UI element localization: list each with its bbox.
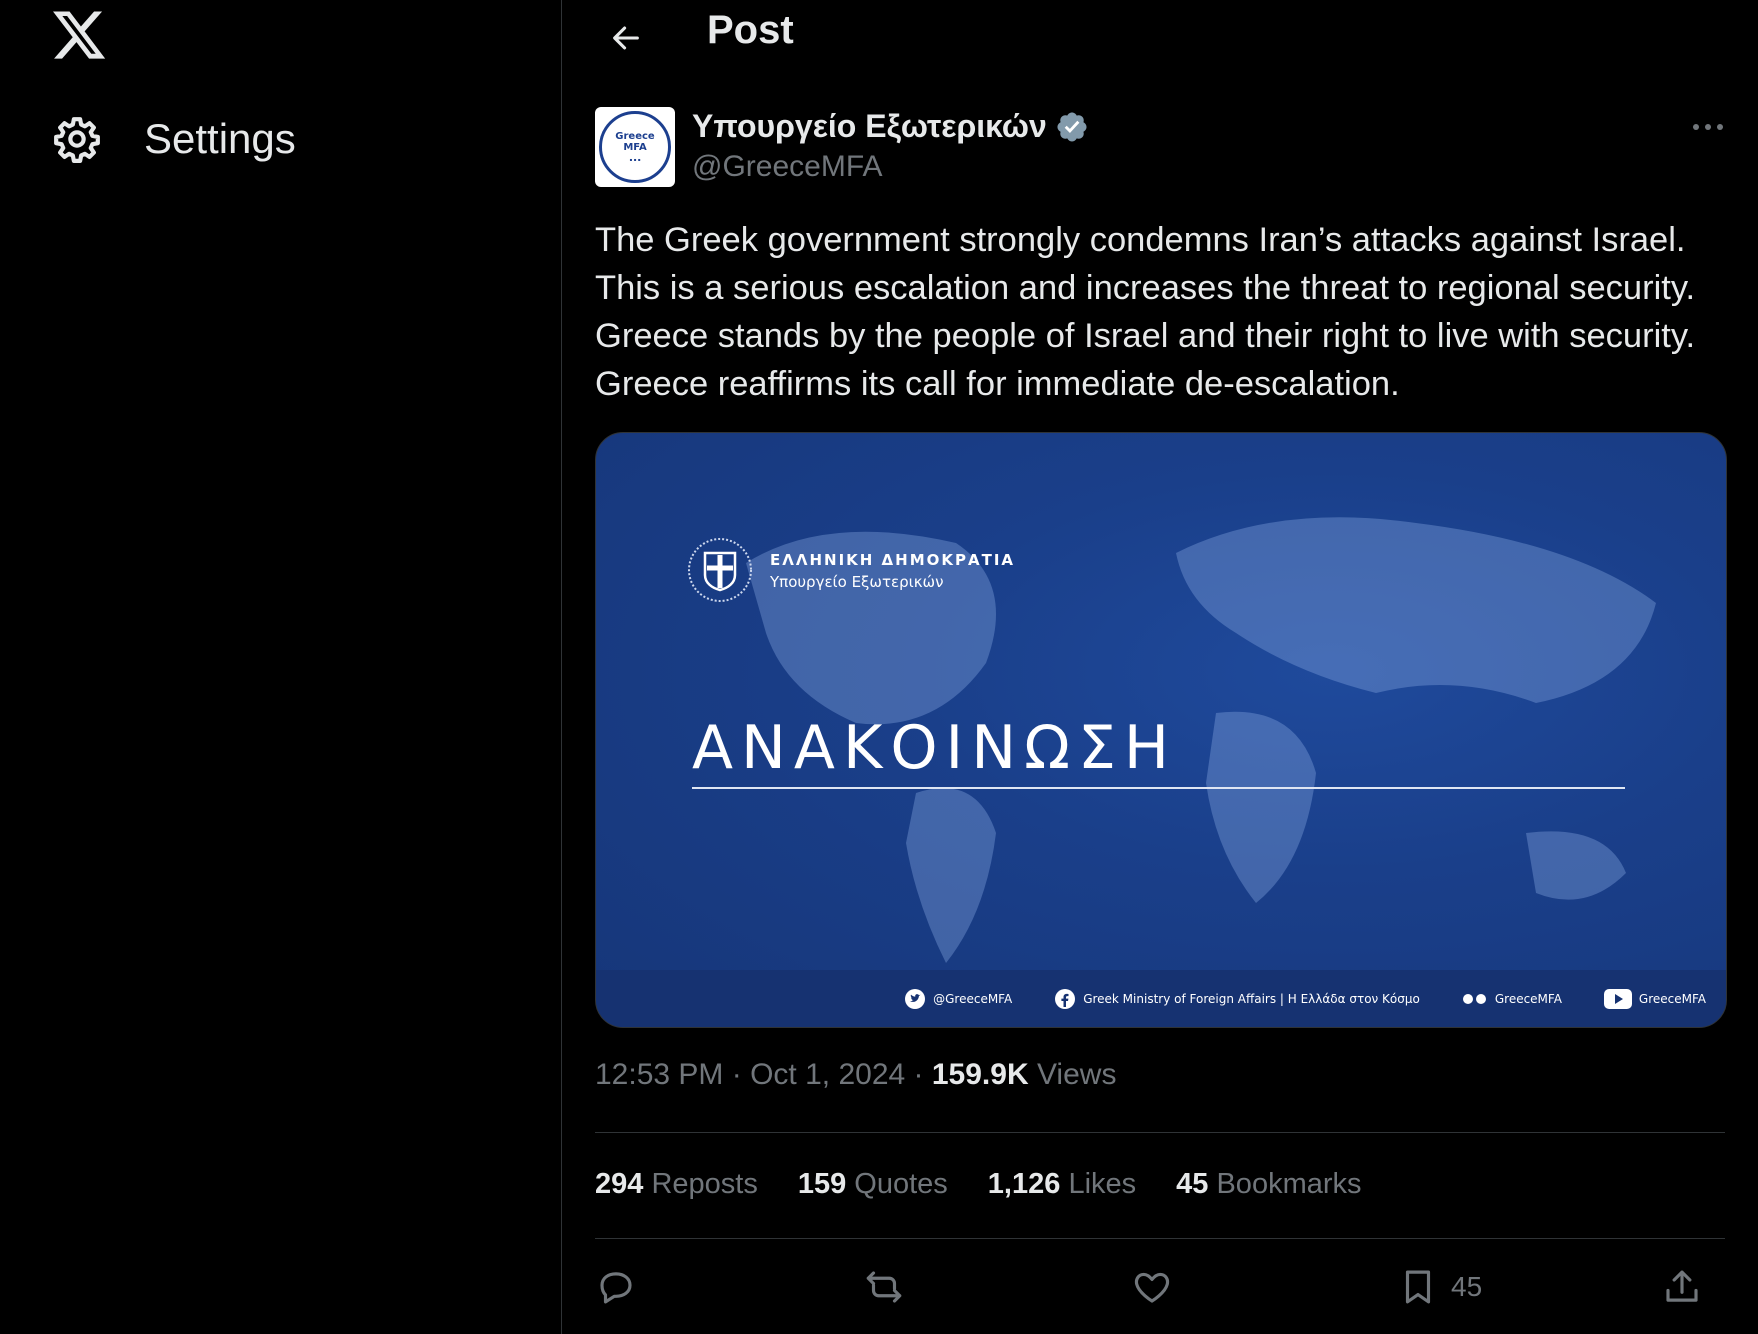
media-footer-twitter-text: @GreeceMFA (933, 991, 1013, 1006)
avatar-text-line1: Greece (615, 131, 655, 142)
avatar-emblem-mark: ▪ ▪ ▪ (629, 157, 641, 162)
avatar[interactable]: Greece MFA ▪ ▪ ▪ (595, 107, 675, 187)
media-footer-youtube-text: GreeceMFA (1638, 991, 1706, 1006)
verified-badge-icon[interactable] (1055, 110, 1089, 144)
views-label: Views (1036, 1058, 1117, 1091)
reposts-label: Reposts (651, 1168, 758, 1200)
bookmark-action-count: 45 (1451, 1271, 1483, 1302)
media-footer-twitter: @GreeceMFA (904, 988, 1012, 1010)
media-footer-youtube: GreeceMFA (1603, 988, 1706, 1009)
like-icon (1134, 1272, 1170, 1303)
page-title: Post (707, 8, 794, 52)
like-button[interactable] (1131, 1262, 1173, 1312)
post-time[interactable]: 12:53 PM (595, 1058, 723, 1091)
back-button[interactable] (598, 10, 654, 66)
bookmarks-count: 45 (1176, 1168, 1209, 1200)
repost-icon (866, 1271, 902, 1303)
divider (595, 1132, 1725, 1133)
media-footer-facebook: Greek Ministry of Foreign Affairs | Η Ελ… (1054, 988, 1420, 1010)
post-text: The Greek government strongly condemns I… (595, 216, 1735, 408)
author-name[interactable]: Υπουργείο Εξωτερικών (692, 108, 1089, 145)
post-text-line: This is a serious escalation and increas… (595, 269, 1696, 307)
media-footer: @GreeceMFA Greek Ministry of Foreign Aff… (596, 970, 1726, 1027)
facebook-icon (1055, 988, 1076, 1009)
sidebar-item-settings[interactable]: Settings (52, 114, 296, 164)
more-button[interactable] (1688, 112, 1728, 142)
youtube-icon (1603, 988, 1632, 1009)
post-text-line: Greece stands by the people of Israel an… (595, 317, 1696, 355)
flickr-icon (1462, 993, 1486, 1004)
media-headline: ΑΝΑΚΟΙΝΩΣΗ (692, 713, 1177, 783)
views-count: 159.9K (931, 1058, 1029, 1091)
likes-stat[interactable]: 1,126 Likes (988, 1168, 1136, 1201)
avatar-text-line2: MFA (623, 142, 647, 153)
media-footer-flickr-text: GreeceMFA (1494, 991, 1562, 1006)
share-button[interactable] (1661, 1262, 1703, 1312)
reply-icon (600, 1272, 632, 1304)
left-sidebar: Settings (0, 0, 562, 1334)
likes-count: 1,126 (987, 1168, 1061, 1200)
quotes-count: 159 (797, 1168, 847, 1200)
author-name-text: Υπουργείο Εξωτερικών (692, 108, 1047, 144)
meta-separator: · (731, 1058, 751, 1091)
quotes-stat[interactable]: 159 Quotes (798, 1168, 948, 1201)
x-logo-icon[interactable] (50, 6, 108, 64)
twitter-bird-icon (905, 988, 926, 1009)
post-text-line: Greece reaffirms its call for immediate … (595, 365, 1400, 403)
media-footer-facebook-text: Greek Ministry of Foreign Affairs | Η Ελ… (1083, 991, 1420, 1006)
post-date[interactable]: Oct 1, 2024 (750, 1058, 905, 1091)
reply-button[interactable] (595, 1262, 637, 1312)
post-meta: 12:53 PM · Oct 1, 2024 · 159.9K Views (595, 1058, 1116, 1092)
gear-icon (54, 117, 100, 163)
quotes-label: Quotes (854, 1168, 948, 1200)
repost-button[interactable] (863, 1262, 905, 1312)
meta-separator: · (913, 1058, 932, 1091)
media-republic-label: ΕΛΛΗΝΙΚΗ ΔΗΜΟΚΡΑΤΙΑ (770, 551, 1016, 569)
reposts-count: 294 (595, 1168, 644, 1200)
back-arrow-icon (613, 26, 639, 50)
post-stats: 294 Reposts 159 Quotes 1,126 Likes 45 Bo… (595, 1168, 1402, 1201)
sidebar-item-label: Settings (144, 115, 296, 162)
media-underline (692, 787, 1625, 789)
more-icon (1693, 124, 1723, 130)
post-actions: 45 (595, 1262, 1735, 1312)
post-media-image[interactable]: ΕΛΛΗΝΙΚΗ ΔΗΜΟΚΡΑΤΙΑ Υπουργείο Εξωτερικών… (595, 432, 1727, 1028)
bookmarks-stat[interactable]: 45 Bookmarks (1176, 1168, 1361, 1201)
media-footer-flickr: GreeceMFA (1462, 992, 1562, 1006)
divider (595, 1238, 1725, 1239)
likes-label: Likes (1068, 1168, 1137, 1200)
post-text-line: The Greek government strongly condemns I… (595, 221, 1686, 259)
bookmark-icon (1405, 1270, 1431, 1304)
bookmarks-label: Bookmarks (1216, 1168, 1362, 1200)
greek-emblem-icon (688, 538, 752, 602)
main-column: Post Greece MFA ▪ ▪ ▪ Υπουργείο Εξωτερικ… (562, 0, 1758, 1334)
bookmark-button[interactable]: 45 (1397, 1262, 1482, 1312)
avatar-logo: Greece MFA ▪ ▪ ▪ (599, 111, 671, 183)
share-icon (1666, 1270, 1698, 1302)
media-ministry-label: Υπουργείο Εξωτερικών (770, 573, 944, 591)
reposts-stat[interactable]: 294 Reposts (595, 1168, 758, 1201)
author-handle[interactable]: @GreeceMFA (692, 150, 883, 184)
